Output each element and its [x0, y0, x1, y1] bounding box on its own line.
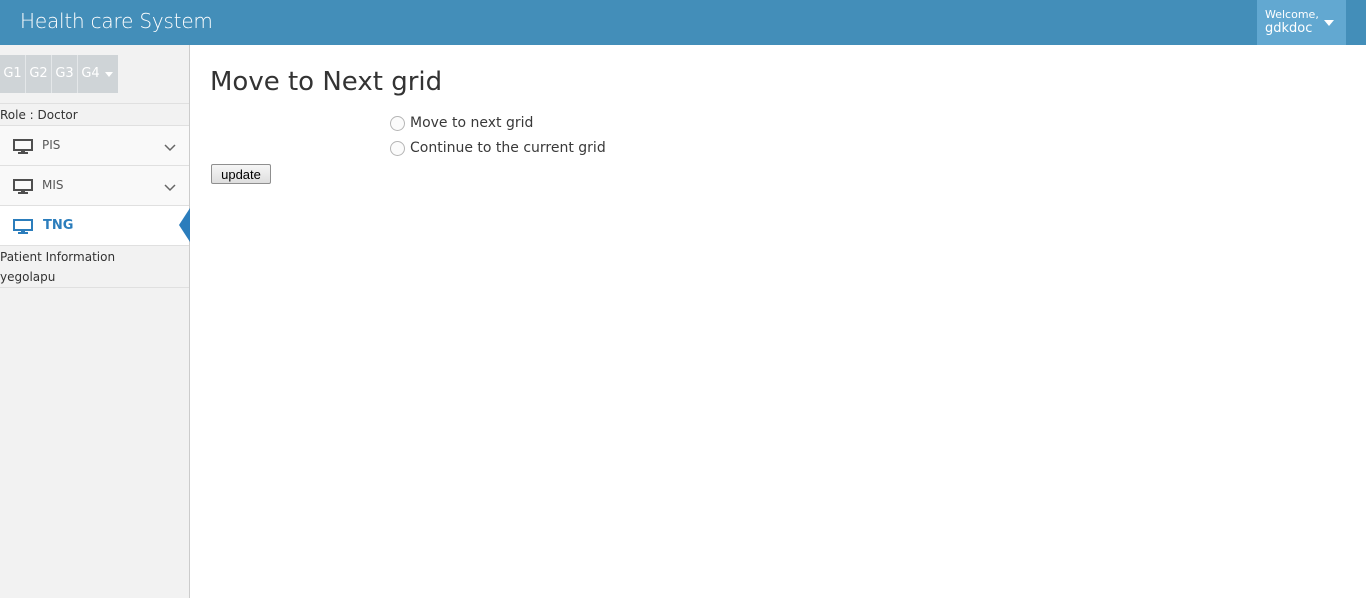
- shortcut-g4[interactable]: G4: [78, 55, 103, 93]
- monitor-icon: [13, 139, 33, 159]
- radio-label: Continue to the current grid: [410, 140, 606, 156]
- patient-info: Patient Information yegolapu: [0, 246, 189, 288]
- role-label: Role : Doctor: [0, 103, 189, 126]
- shortcut-buttons: G1 G2 G3 G4: [0, 55, 118, 93]
- chevron-down-icon: [164, 179, 176, 197]
- shortcut-g3[interactable]: G3: [52, 55, 77, 93]
- radio-button[interactable]: [390, 141, 405, 156]
- sidebar-item-pis[interactable]: PIS: [0, 126, 189, 166]
- user-name: gdkdoc: [1265, 21, 1313, 36]
- shortcut-g2[interactable]: G2: [26, 55, 51, 93]
- patient-name: yegolapu: [0, 270, 56, 284]
- radio-label: Move to next grid: [410, 115, 534, 131]
- monitor-icon: [13, 219, 33, 239]
- patient-info-title: Patient Information: [0, 250, 116, 264]
- navbar: Health care System Welcome, gdkdoc: [0, 0, 1366, 45]
- sidebar-item-mis[interactable]: MIS: [0, 166, 189, 206]
- shortcut-dropdown-caret-icon[interactable]: [105, 72, 113, 77]
- radio-button[interactable]: [390, 116, 405, 131]
- chevron-down-icon: [164, 139, 176, 157]
- sidebar-item-label: TNG: [43, 218, 74, 233]
- sidebar-item-label: MIS: [42, 178, 64, 192]
- sidebar: G1 G2 G3 G4 Role : Doctor PIS MIS TNG Pa…: [0, 45, 190, 598]
- active-indicator: [179, 208, 190, 242]
- app-title[interactable]: Health care System: [20, 9, 213, 33]
- sidebar-item-tng[interactable]: TNG: [0, 206, 190, 246]
- welcome-text: Welcome,: [1265, 8, 1319, 21]
- sidebar-item-label: PIS: [42, 138, 61, 152]
- caret-down-icon: [1324, 20, 1334, 26]
- monitor-icon: [13, 179, 33, 199]
- user-menu[interactable]: Welcome, gdkdoc: [1257, 0, 1346, 45]
- update-button[interactable]: update: [211, 164, 271, 184]
- shortcut-g1[interactable]: G1: [0, 55, 25, 93]
- page-title: Move to Next grid: [210, 67, 443, 97]
